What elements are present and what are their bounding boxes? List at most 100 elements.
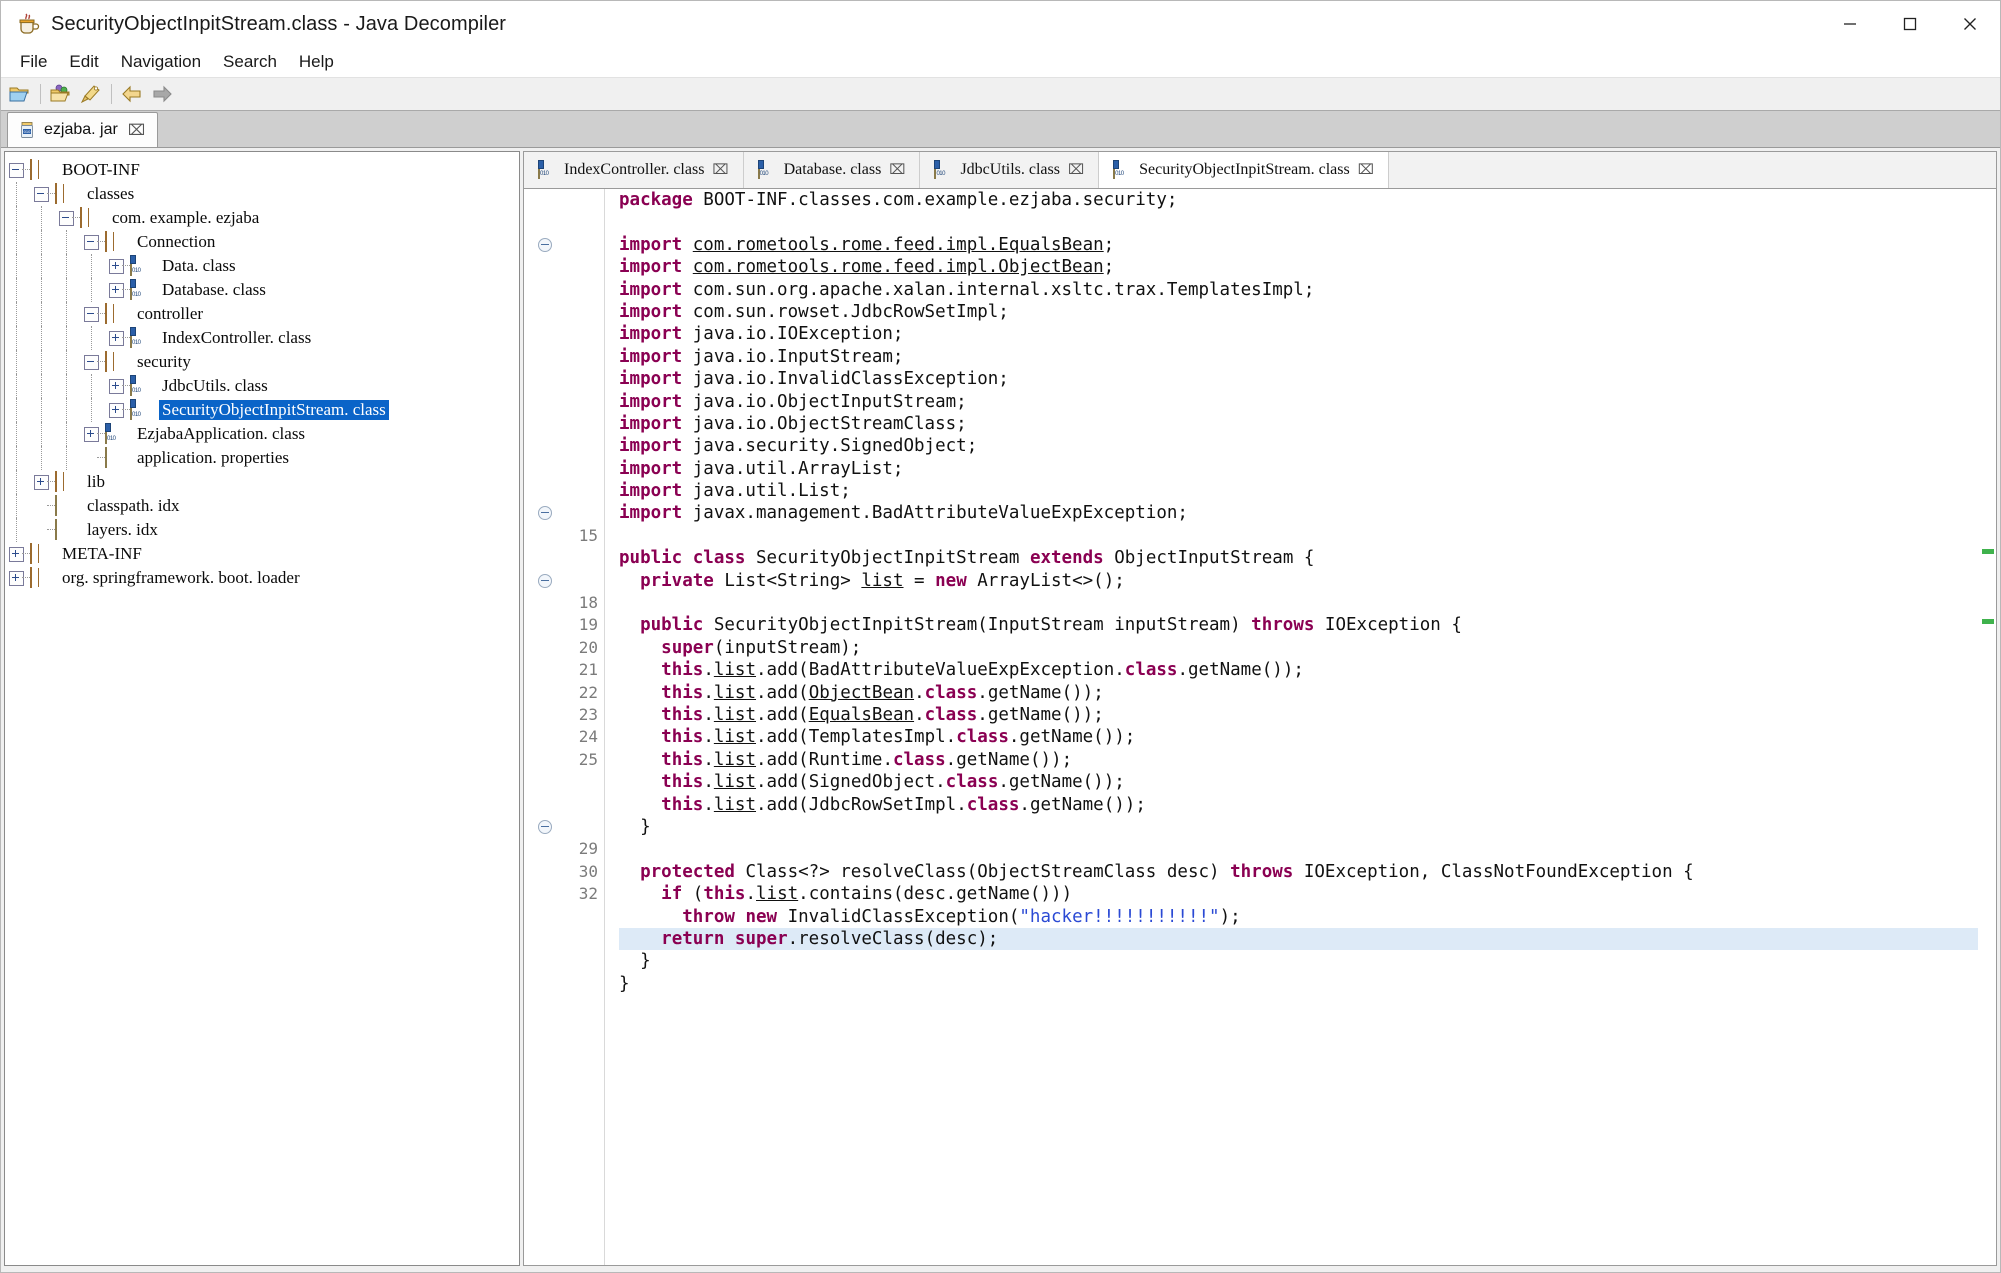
tree-guide	[30, 374, 55, 398]
toggle-box	[9, 163, 24, 178]
fold-collapse-icon[interactable]	[538, 574, 552, 588]
tree-toggle-minus-icon[interactable]	[80, 350, 105, 374]
package-tree-pane[interactable]: BOOT-INFclassescom. example. ezjabaConne…	[4, 151, 520, 1266]
tree-guide	[30, 230, 55, 254]
overview-ruler[interactable]	[1978, 189, 1996, 1265]
back-arrow-icon[interactable]	[118, 81, 146, 107]
tree-toggle-plus-icon[interactable]	[80, 422, 105, 446]
icon-shape	[105, 303, 107, 324]
toggle-box	[109, 403, 124, 418]
toggle-box	[34, 475, 49, 490]
tree-toggle-plus-icon[interactable]	[105, 254, 130, 278]
tree-row[interactable]: lib	[5, 470, 519, 494]
tree-toggle-minus-icon[interactable]	[55, 206, 80, 230]
code-line: this.list.add(TemplatesImpl.class.getNam…	[619, 726, 1996, 748]
tree-toggle-plus-icon[interactable]	[105, 278, 130, 302]
tree-row[interactable]: classpath. idx	[5, 494, 519, 518]
fold-collapse-icon[interactable]	[538, 238, 552, 252]
search-icon[interactable]	[77, 81, 105, 107]
tree-toggle-minus-icon[interactable]	[30, 182, 55, 206]
menu-file[interactable]: File	[9, 50, 58, 74]
menu-help[interactable]: Help	[288, 50, 345, 74]
code-line: if (this.list.contains(desc.getName()))	[619, 883, 1996, 905]
tree-toggle-minus-icon[interactable]	[5, 158, 30, 182]
package-icon	[30, 160, 52, 180]
tree-row-label: JdbcUtils. class	[159, 376, 271, 396]
tree-toggle-plus-icon[interactable]	[5, 542, 30, 566]
tree-toggle-plus-icon[interactable]	[105, 398, 130, 422]
editor-tab-close-icon[interactable]: ⌧	[889, 162, 905, 179]
tree-row[interactable]: controller	[5, 302, 519, 326]
tree-toggle-minus-icon[interactable]	[80, 230, 105, 254]
editor-tab[interactable]: JdbcUtils. class⌧	[920, 152, 1099, 188]
tree-row[interactable]: Connection	[5, 230, 519, 254]
open-file-icon[interactable]	[6, 81, 34, 107]
minimize-button[interactable]	[1820, 1, 1880, 47]
fold-slot	[524, 614, 558, 636]
menu-navigation[interactable]: Navigation	[110, 50, 212, 74]
editor-tab[interactable]: SecurityObjectInpitStream. class⌧	[1099, 152, 1389, 188]
line-number: 25	[558, 749, 598, 771]
code-line: this.list.add(JdbcRowSetImpl.class.getNa…	[619, 794, 1996, 816]
icon-shape	[55, 495, 57, 516]
tree-row[interactable]: Database. class	[5, 278, 519, 302]
tree-row[interactable]: JdbcUtils. class	[5, 374, 519, 398]
jar-tab-close-icon[interactable]: ⌧	[128, 121, 145, 139]
tree-row[interactable]: classes	[5, 182, 519, 206]
source-editor[interactable]: 151819202122232425293032 package BOOT-IN…	[523, 189, 1997, 1266]
fold-slot	[524, 816, 558, 838]
tree-row[interactable]: application. properties	[5, 446, 519, 470]
editor-tab-close-icon[interactable]: ⌧	[1068, 162, 1084, 179]
tree-row[interactable]: BOOT-INF	[5, 158, 519, 182]
tree-connector	[22, 169, 30, 170]
tree-guide	[30, 206, 55, 230]
tree-guide	[55, 350, 80, 374]
menu-edit[interactable]: Edit	[58, 50, 109, 74]
tree-row[interactable]: layers. idx	[5, 518, 519, 542]
tree-guide	[5, 494, 30, 518]
tree-toggle-minus-icon[interactable]	[80, 302, 105, 326]
editor-tab[interactable]: IndexController. class⌧	[524, 152, 744, 188]
editor-tab-close-icon[interactable]: ⌧	[712, 162, 728, 179]
tree-guide	[55, 326, 80, 350]
tree-row[interactable]: IndexController. class	[5, 326, 519, 350]
class-file-icon	[105, 424, 127, 444]
code-area[interactable]: package BOOT-INF.classes.com.example.ezj…	[607, 189, 1996, 1265]
package-icon	[55, 184, 77, 204]
menu-search[interactable]: Search	[212, 50, 288, 74]
icon-shape	[55, 471, 57, 492]
fold-slot	[524, 637, 558, 659]
tree-connector	[97, 457, 105, 458]
open-type-icon[interactable]	[47, 81, 75, 107]
fold-collapse-icon[interactable]	[538, 820, 552, 834]
code-line: }	[619, 973, 1996, 995]
tree-row-label: layers. idx	[84, 520, 161, 540]
jar-tab-ezjaba[interactable]: 010 ezjaba. jar ⌧	[7, 112, 158, 147]
close-button[interactable]	[1940, 1, 2000, 47]
fold-slot	[524, 189, 558, 211]
tree-toggle-plus-icon[interactable]	[5, 566, 30, 590]
tree-row[interactable]: Data. class	[5, 254, 519, 278]
tree-guide	[80, 254, 105, 278]
editor-tab-close-icon[interactable]: ⌧	[1358, 162, 1374, 179]
line-number	[558, 323, 598, 345]
line-number	[558, 547, 598, 569]
tree-toggle-plus-icon[interactable]	[105, 374, 130, 398]
line-number-gutter: 151819202122232425293032	[558, 189, 604, 1265]
tree-row[interactable]: META-INF	[5, 542, 519, 566]
tree-row[interactable]: EzjabaApplication. class	[5, 422, 519, 446]
editor-tab[interactable]: Database. class⌧	[744, 152, 921, 188]
tree-toggle-plus-icon[interactable]	[105, 326, 130, 350]
fold-collapse-icon[interactable]	[538, 506, 552, 520]
tree-toggle-plus-icon[interactable]	[30, 470, 55, 494]
fold-gutter[interactable]	[524, 189, 558, 1265]
line-number	[558, 502, 598, 524]
tree-row[interactable]: SecurityObjectInpitStream. class	[5, 398, 519, 422]
tree-guide	[5, 422, 30, 446]
tree-row[interactable]: security	[5, 350, 519, 374]
maximize-button[interactable]	[1880, 1, 1940, 47]
tree-row[interactable]: org. springframework. boot. loader	[5, 566, 519, 590]
toggle-box	[9, 571, 24, 586]
tree-row[interactable]: com. example. ezjaba	[5, 206, 519, 230]
icon-shape	[758, 160, 760, 179]
